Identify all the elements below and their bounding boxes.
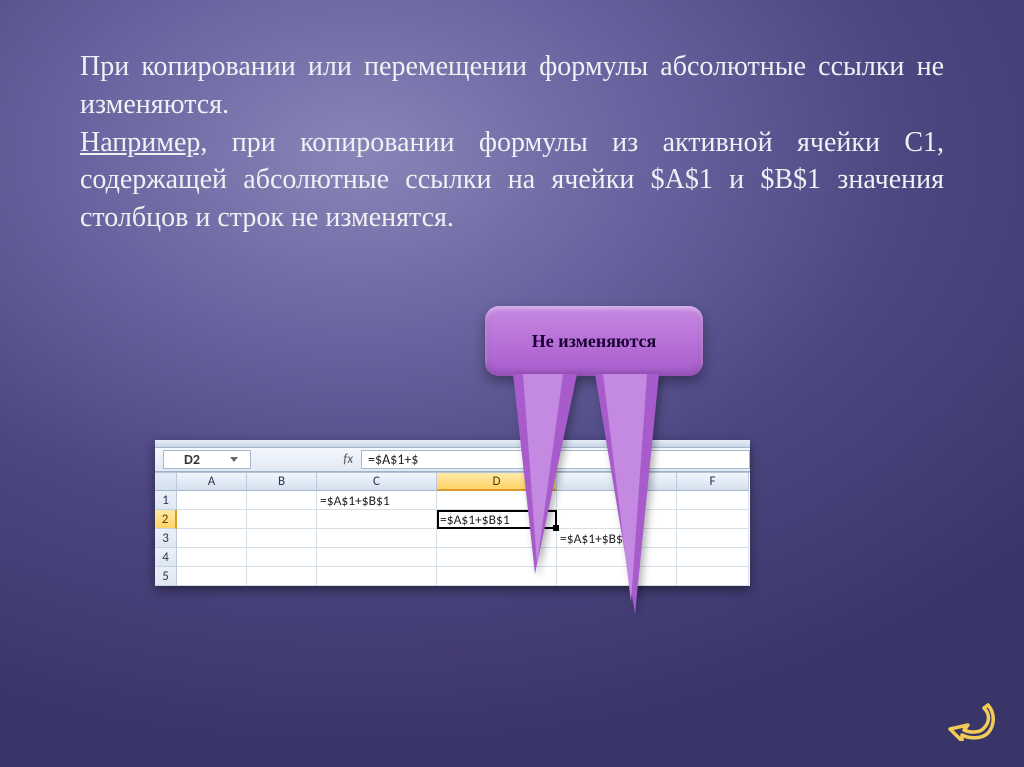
col-header-C[interactable]: C: [317, 473, 437, 491]
col-header-F[interactable]: F: [677, 473, 749, 491]
callout: Не изменяются: [485, 306, 703, 376]
chevron-down-icon[interactable]: [230, 457, 238, 462]
row-header-2[interactable]: 2: [155, 510, 177, 529]
cell-F1[interactable]: [677, 491, 749, 510]
row-header-1[interactable]: 1: [155, 491, 177, 510]
cell-B4[interactable]: [247, 548, 317, 567]
cell-B2[interactable]: [247, 510, 317, 529]
cell-A1[interactable]: [177, 491, 247, 510]
cell-F5[interactable]: [677, 567, 749, 586]
formula-bar-buttons: fx: [251, 452, 361, 467]
row-header-3[interactable]: 3: [155, 529, 177, 548]
name-box[interactable]: D2: [163, 450, 251, 469]
slide-text: При копировании или перемещении формулы …: [80, 48, 944, 237]
paragraph-2-rest: при копировании формулы из активной ячей…: [80, 127, 944, 234]
cell-C5[interactable]: [317, 567, 437, 586]
cell-B3[interactable]: [247, 529, 317, 548]
formula-bar-row: D2 fx =$A$1+$: [155, 448, 750, 472]
cell-B1[interactable]: [247, 491, 317, 510]
row-header-5[interactable]: 5: [155, 567, 177, 586]
cell-C3[interactable]: [317, 529, 437, 548]
cell-C2[interactable]: [317, 510, 437, 529]
back-arrow-button[interactable]: [948, 697, 996, 741]
fx-icon[interactable]: fx: [343, 452, 353, 467]
cell-F2[interactable]: [677, 510, 749, 529]
cell-B5[interactable]: [247, 567, 317, 586]
cell-F4[interactable]: [677, 548, 749, 567]
paragraph-2-lead: Например,: [80, 127, 207, 158]
col-header-B[interactable]: B: [247, 473, 317, 491]
spreadsheet-grid[interactable]: A B C D E F 1 =$A$1+$B$1 2 =$A$1+$B$1 3 …: [155, 472, 750, 586]
cell-A4[interactable]: [177, 548, 247, 567]
cell-A5[interactable]: [177, 567, 247, 586]
name-box-value: D2: [184, 451, 200, 468]
callout-label: Не изменяются: [532, 331, 657, 352]
cell-A3[interactable]: [177, 529, 247, 548]
back-arrow-icon: [948, 697, 996, 741]
cell-A2[interactable]: [177, 510, 247, 529]
row-header-4[interactable]: 4: [155, 548, 177, 567]
cell-C4[interactable]: [317, 548, 437, 567]
formula-bar-text: =$A$1+$: [368, 451, 418, 468]
callout-box: Не изменяются: [485, 306, 703, 376]
col-header-A[interactable]: A: [177, 473, 247, 491]
excel-fragment: D2 fx =$A$1+$ A B C D E F 1 =$A$1+$B$1 2…: [155, 440, 750, 586]
cell-F3[interactable]: [677, 529, 749, 548]
paragraph-1: При копировании или перемещении формулы …: [80, 51, 944, 120]
cell-C1[interactable]: =$A$1+$B$1: [317, 491, 437, 510]
select-all-corner[interactable]: [155, 473, 177, 491]
